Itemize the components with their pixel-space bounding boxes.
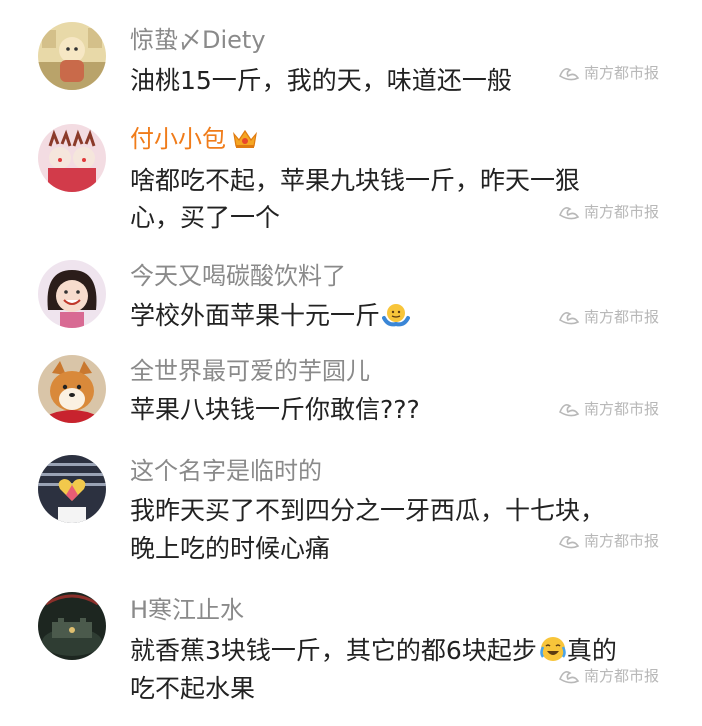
watermark-text: 南方都市报: [584, 667, 660, 685]
comment-text-content: 就香蕉3块钱一斤，其它的都6块起步: [130, 636, 537, 665]
cartoon-avatar-icon: [38, 22, 106, 90]
comment-text-line: 我昨天买了不到四分之一牙西瓜，十七块，: [130, 496, 606, 525]
newspaper-logo-icon: [558, 308, 580, 333]
watermark: 南方都市报: [558, 61, 659, 85]
shrug-emoji-icon: [382, 301, 411, 339]
newspaper-logo-icon: [558, 203, 580, 228]
watermark: 南方都市报: [558, 305, 659, 329]
newspaper-logo-icon: [558, 667, 580, 692]
user-avatar[interactable]: [38, 260, 106, 328]
username-text[interactable]: 付小小包: [130, 125, 226, 153]
comment-text-content: 学校外面苹果十元一斤: [130, 301, 381, 330]
comment-feed: 惊蛰〆Diety 油桃15一斤，我的天，味道还一般 南方都市报 付小小包 啥都吃…: [0, 0, 702, 726]
user-avatar[interactable]: [38, 355, 106, 423]
watermark: 南方都市报: [558, 529, 659, 553]
reindeer-girls-avatar-icon: [38, 124, 106, 192]
newspaper-logo-icon: [558, 532, 580, 557]
watermark-text: 南方都市报: [584, 532, 660, 550]
comment-text-line: 啥都吃不起，苹果九块钱一斤，昨天一狠: [130, 166, 581, 195]
watermark-text: 南方都市报: [584, 203, 660, 221]
comment-text-content: 真的: [566, 636, 617, 665]
shiba-dog-avatar-icon: [38, 355, 106, 423]
user-avatar[interactable]: [38, 455, 106, 523]
username[interactable]: 全世界最可爱的芋圆儿: [130, 356, 370, 386]
username[interactable]: H寒江止水: [130, 595, 244, 625]
user-avatar[interactable]: [38, 124, 106, 192]
smiling-girl-avatar-icon: [38, 260, 106, 328]
dark-castle-avatar-icon: [38, 592, 106, 660]
watermark-text: 南方都市报: [584, 400, 660, 418]
watermark-text: 南方都市报: [584, 64, 660, 82]
watermark: 南方都市报: [558, 397, 659, 421]
username[interactable]: 今天又喝碳酸饮料了: [130, 261, 346, 291]
username-vip[interactable]: 付小小包: [130, 124, 258, 157]
user-avatar[interactable]: [38, 592, 106, 660]
watermark-text: 南方都市报: [584, 308, 660, 326]
vip-crown-icon: [232, 127, 258, 157]
newspaper-logo-icon: [558, 64, 580, 89]
user-avatar[interactable]: [38, 22, 106, 90]
newspaper-logo-icon: [558, 400, 580, 425]
username[interactable]: 这个名字是临时的: [130, 456, 322, 486]
username[interactable]: 惊蛰〆Diety: [130, 25, 266, 55]
watermark: 南方都市报: [558, 200, 659, 224]
watermark: 南方都市报: [558, 664, 659, 688]
heart-stage-avatar-icon: [38, 455, 106, 523]
